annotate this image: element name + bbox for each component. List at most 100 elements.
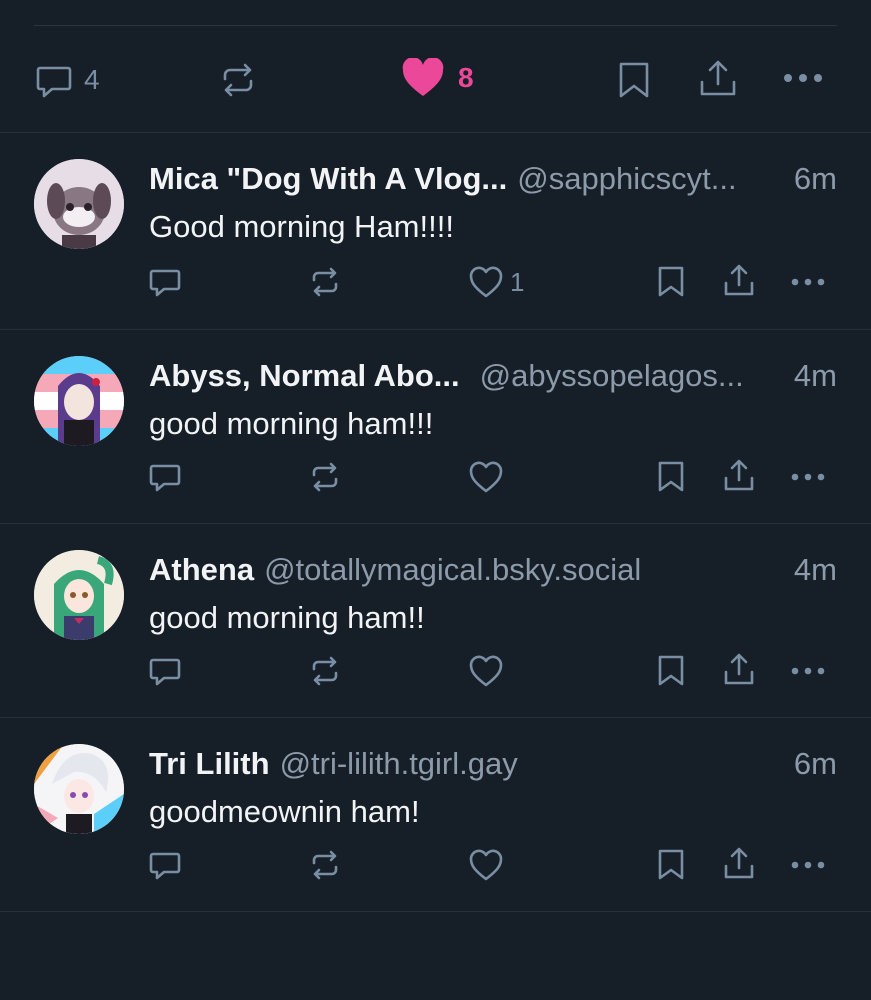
reply-icon	[36, 66, 72, 98]
reply-button[interactable]	[148, 460, 182, 494]
share-button[interactable]	[722, 263, 756, 299]
post-text: goodmeownin ham!	[149, 794, 420, 829]
handle[interactable]: @tri-lilith.tgirl.gay	[280, 746, 786, 782]
more-icon	[791, 473, 825, 481]
reply-icon	[149, 852, 181, 880]
post-header: Tri Lilith @tri-lilith.tgirl.gay 6m	[149, 746, 837, 786]
bookmark-button[interactable]	[656, 460, 686, 494]
heart-icon	[469, 461, 503, 493]
avatar[interactable]	[34, 550, 124, 640]
post-actions: 1	[0, 261, 871, 305]
like-button[interactable]: 8	[402, 58, 474, 98]
avatar-image-icon	[34, 356, 124, 446]
display-name[interactable]: Tri Lilith	[149, 746, 270, 782]
share-button[interactable]	[722, 458, 756, 494]
more-button[interactable]	[790, 275, 826, 289]
handle[interactable]: @totallymagical.bsky.social	[264, 552, 786, 588]
like-button[interactable]: 1	[468, 265, 524, 299]
repost-icon	[223, 63, 253, 97]
like-button[interactable]	[468, 460, 504, 494]
repost-button[interactable]	[308, 654, 342, 688]
more-icon	[791, 861, 825, 869]
bookmark-button[interactable]	[656, 265, 686, 299]
reply-post[interactable]: Abyss, Normal Abo... @abyssopelagos... 4…	[0, 330, 871, 524]
reply-post[interactable]: Mica "Dog With A Vlog... @sapphicscyt...…	[0, 133, 871, 327]
more-button[interactable]	[790, 664, 826, 678]
heart-icon	[469, 266, 503, 298]
more-icon	[791, 278, 825, 286]
avatar-image-icon	[34, 550, 124, 640]
bookmark-button[interactable]	[656, 848, 686, 882]
reply-icon	[149, 658, 181, 686]
bookmark-icon	[658, 461, 684, 492]
more-icon	[791, 667, 825, 675]
reply-button[interactable]: 4	[34, 60, 100, 100]
post-header: Athena @totallymagical.bsky.social 4m	[149, 552, 837, 592]
share-icon	[700, 60, 736, 96]
heart-filled-icon	[402, 58, 444, 96]
display-name[interactable]: Athena	[149, 552, 254, 588]
like-button[interactable]	[468, 848, 504, 882]
share-icon	[724, 264, 754, 296]
heart-icon	[469, 655, 503, 687]
post-text: good morning ham!!!	[149, 406, 434, 441]
more-icon	[784, 74, 822, 82]
timestamp[interactable]: 6m	[794, 746, 837, 782]
repost-button[interactable]	[308, 460, 342, 494]
repost-button[interactable]	[308, 265, 342, 299]
display-name[interactable]: Abyss, Normal Abo...	[149, 358, 460, 394]
repost-icon	[312, 267, 338, 297]
post-header: Mica "Dog With A Vlog... @sapphicscyt...…	[149, 161, 837, 201]
bookmark-button[interactable]	[656, 654, 686, 688]
top-divider	[34, 25, 837, 26]
timestamp[interactable]: 4m	[794, 358, 837, 394]
display-name[interactable]: Mica "Dog With A Vlog...	[149, 161, 507, 197]
timestamp[interactable]: 6m	[794, 161, 837, 197]
like-button[interactable]	[468, 654, 504, 688]
repost-button[interactable]	[308, 848, 342, 882]
avatar[interactable]	[34, 159, 124, 249]
avatar[interactable]	[34, 356, 124, 446]
main-post-actions: 4 8	[0, 48, 871, 108]
bookmark-icon	[658, 849, 684, 880]
bookmark-button[interactable]	[616, 60, 652, 100]
more-button[interactable]	[790, 470, 826, 484]
more-button[interactable]	[790, 858, 826, 872]
divider	[0, 911, 871, 912]
avatar[interactable]	[34, 744, 124, 834]
handle[interactable]: @abyssopelagos...	[480, 358, 786, 394]
repost-button[interactable]	[218, 60, 258, 100]
bookmark-icon	[658, 266, 684, 297]
more-button[interactable]	[782, 70, 824, 86]
timestamp[interactable]: 4m	[794, 552, 837, 588]
handle[interactable]: @sapphicscyt...	[517, 161, 786, 197]
post-header: Abyss, Normal Abo... @abyssopelagos... 4…	[149, 358, 837, 398]
post-actions	[0, 458, 871, 504]
like-count: 8	[458, 62, 474, 93]
bookmark-icon	[658, 655, 684, 686]
like-count: 1	[510, 266, 525, 297]
share-button[interactable]	[722, 652, 756, 688]
share-icon	[724, 847, 754, 879]
reply-button[interactable]	[148, 654, 182, 688]
post-text: good morning ham!!	[149, 600, 425, 635]
post-actions	[0, 846, 871, 892]
reply-icon	[149, 269, 181, 297]
share-button[interactable]	[698, 58, 738, 100]
post-actions	[0, 652, 871, 698]
repost-icon	[312, 656, 338, 686]
reply-post[interactable]: Athena @totallymagical.bsky.social 4m go…	[0, 524, 871, 718]
post-text: Good morning Ham!!!!	[149, 209, 454, 244]
reply-icon	[149, 464, 181, 492]
reply-button[interactable]	[148, 848, 182, 882]
reply-button[interactable]	[148, 265, 182, 299]
heart-icon	[469, 849, 503, 881]
reply-count: 4	[84, 64, 100, 95]
repost-icon	[312, 850, 338, 880]
reply-post[interactable]: Tri Lilith @tri-lilith.tgirl.gay 6m good…	[0, 718, 871, 912]
bookmark-icon	[619, 62, 649, 98]
share-button[interactable]	[722, 846, 756, 882]
share-icon	[724, 653, 754, 685]
repost-icon	[312, 462, 338, 492]
avatar-image-icon	[34, 159, 124, 249]
